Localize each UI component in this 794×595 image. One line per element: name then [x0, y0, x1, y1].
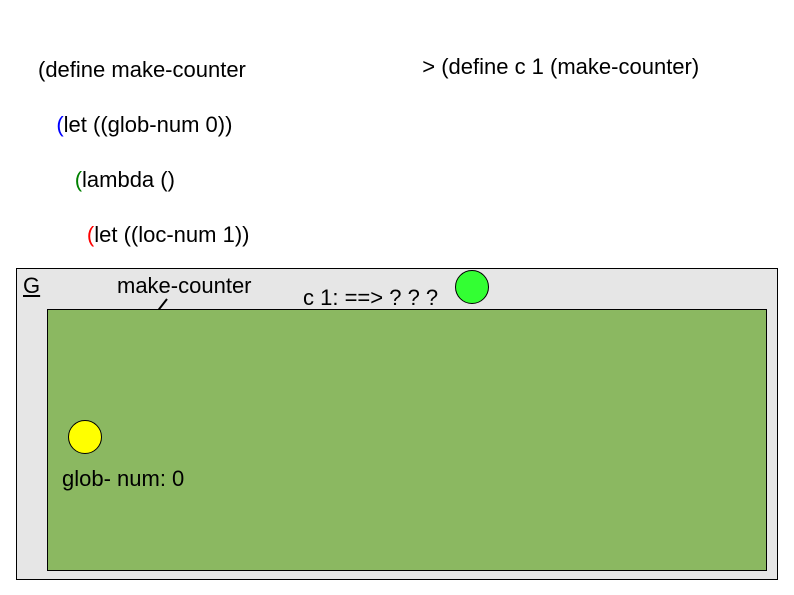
c1-binding-label: c 1: ==> ? ? ? — [303, 285, 438, 311]
global-env-frame: G make-counter c 1: ==> ? ? ? glob- num:… — [16, 268, 778, 580]
closure-circle-green — [455, 270, 489, 304]
code-line-4: let ((loc-num 1)) — [94, 222, 249, 247]
paren-blue-open: ( — [56, 112, 63, 137]
glob-num-binding: glob- num: 0 — [62, 466, 184, 492]
repl-line: > (define c 1 (make-counter) — [422, 54, 699, 79]
code-line-1: (define make-counter — [38, 57, 246, 82]
closure-circle-yellow — [68, 420, 102, 454]
code-line-2: let ((glob-num 0)) — [64, 112, 233, 137]
make-counter-label: make-counter — [117, 273, 252, 299]
paren-green-open: ( — [75, 167, 82, 192]
code-line-3: lambda () — [82, 167, 175, 192]
global-env-label: G — [23, 273, 40, 299]
repl-input: > (define c 1 (make-counter) — [410, 28, 699, 80]
let-env-frame: glob- num: 0 — [47, 309, 767, 571]
